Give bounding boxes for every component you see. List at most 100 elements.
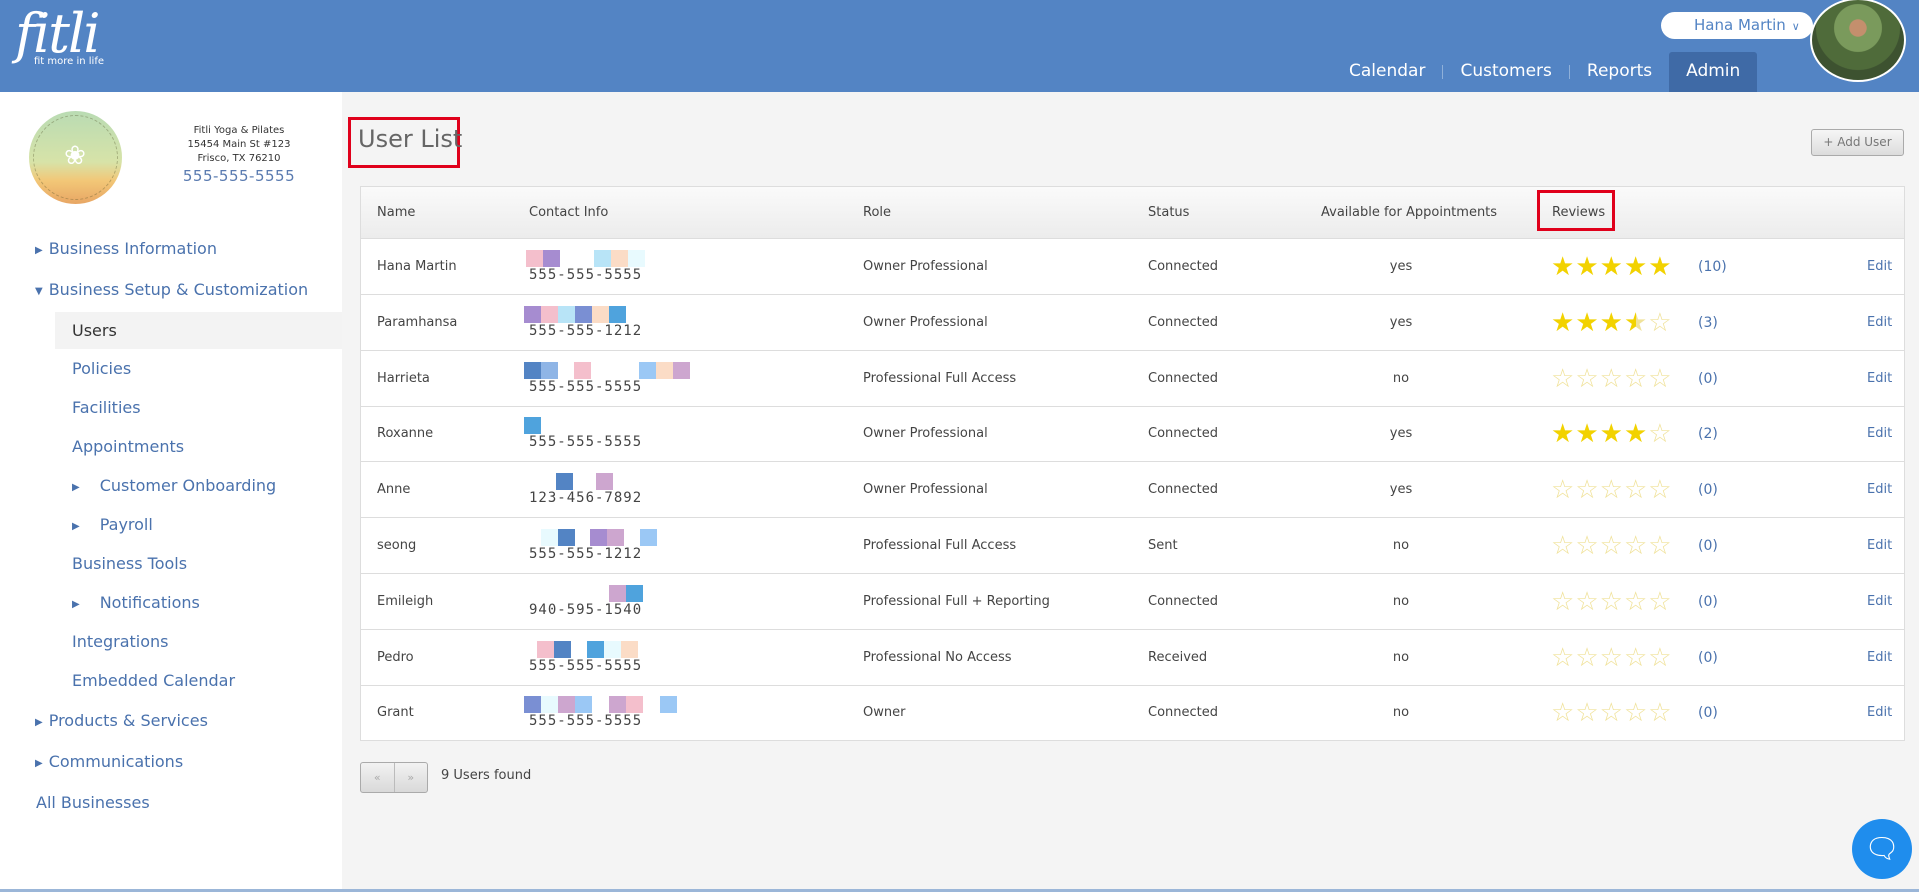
review-count[interactable]: (10) [1698, 239, 1727, 295]
user-status: Connected [1148, 314, 1219, 330]
sidebar-item-business-tools[interactable]: Business Tools [72, 547, 187, 581]
star-icon: ☆ [1575, 475, 1600, 506]
user-role: Owner Professional [863, 482, 988, 498]
redaction-block [524, 417, 541, 435]
sidebar-item-all-businesses[interactable]: All Businesses [36, 786, 150, 820]
header-status[interactable]: Status [1148, 187, 1189, 239]
user-status: Connected [1148, 593, 1219, 609]
sidebar-item-facilities[interactable]: Facilities [72, 391, 141, 425]
user-menu[interactable]: Hana Martin ∨ [1661, 12, 1813, 39]
star-icon: ★ [1623, 419, 1649, 450]
sidebar-item-users[interactable]: Users [55, 312, 342, 349]
star-icon: ☆ [1599, 642, 1624, 673]
next-page-button[interactable]: » [395, 763, 428, 792]
table-row[interactable]: Emileigh 940-595-1540 Professional Full + … [361, 574, 1904, 630]
edit-link[interactable]: Edit [1867, 295, 1892, 351]
header-name[interactable]: Name [377, 187, 415, 239]
star-icon: ☆ [1623, 586, 1649, 617]
redaction-block [575, 305, 592, 323]
edit-link[interactable]: Edit [1867, 685, 1892, 741]
nav-admin[interactable]: Admin [1669, 52, 1758, 92]
redaction-block [592, 305, 609, 323]
table-row[interactable]: Roxanne 555-555-5555 Owner Professional Con… [361, 406, 1904, 463]
nav-reports[interactable]: Reports [1570, 52, 1669, 92]
review-count[interactable]: (0) [1698, 630, 1718, 686]
redaction-block [609, 696, 626, 714]
edit-link[interactable]: Edit [1867, 351, 1892, 407]
nav-customers[interactable]: Customers [1443, 52, 1568, 92]
sidebar-item-label: Communications [48, 752, 184, 771]
header-available[interactable]: Available for Appointments [1321, 187, 1497, 239]
phone-number: 940-595-1540 [529, 601, 643, 618]
sidebar-item-communications[interactable]: ▶ Communications [35, 745, 183, 779]
star-icon: ★ [1623, 307, 1649, 338]
redaction-block [604, 640, 621, 658]
table-row[interactable]: Pedro 555-555-5555 Professional No Access R… [361, 630, 1904, 686]
redaction-block [660, 696, 677, 714]
table-header: Name Contact Info Role Status Available … [361, 187, 1904, 239]
star-icon: ★ [1623, 252, 1649, 282]
star-icon: ☆ [1551, 531, 1576, 561]
edit-link[interactable]: Edit [1867, 630, 1892, 686]
sidebar-item-appointments[interactable]: Appointments [72, 430, 184, 464]
sidebar-item-notifications[interactable]: ▶ Notifications [72, 586, 200, 620]
table-row[interactable]: Anne 123-456-7892 Owner Professional Connec… [361, 462, 1904, 519]
chevron-down-icon: ∨ [1791, 20, 1800, 33]
phone-number: 555-555-1212 [529, 546, 643, 562]
nav-calendar[interactable]: Calendar [1332, 52, 1442, 92]
user-name: Paramhansa [377, 314, 458, 330]
sidebar-item-label: Embedded Calendar [72, 671, 236, 690]
prev-page-button[interactable]: « [361, 763, 395, 792]
user-status: Connected [1148, 426, 1219, 442]
sidebar-item-label: Integrations [72, 632, 169, 651]
table-row[interactable]: Paramhansa 555-555-1212 Owner Professional… [361, 295, 1904, 351]
edit-link[interactable]: Edit [1867, 518, 1892, 574]
star-icon: ☆ [1648, 586, 1673, 617]
redaction-block [524, 305, 541, 323]
table-row[interactable]: seong 555-555-1212 Professional Full Acces… [361, 518, 1904, 574]
add-user-button[interactable]: + Add User [1811, 129, 1904, 156]
review-count[interactable]: (0) [1698, 685, 1718, 741]
main-nav: Calendar Customers Reports Admin [1332, 52, 1758, 92]
user-role: Professional Full + Reporting [863, 593, 1050, 609]
edit-link[interactable]: Edit [1867, 239, 1892, 295]
rating-stars: ☆☆☆☆☆ [1551, 518, 1673, 574]
star-icon: ☆ [1551, 698, 1576, 729]
table-row[interactable]: Grant 555-555-5555 Owner Connected no ☆☆☆☆☆ (0… [361, 685, 1904, 741]
edit-link[interactable]: Edit [1867, 574, 1892, 630]
sidebar-item-business-setup[interactable]: ▼ Business Setup & Customization [35, 273, 308, 307]
edit-link[interactable]: Edit [1867, 406, 1892, 462]
star-icon: ☆ [1551, 586, 1576, 617]
review-count[interactable]: (0) [1698, 351, 1718, 407]
available-for-appointments: no [1392, 370, 1410, 386]
chat-bubble-icon[interactable]: 🗨 [1852, 819, 1912, 879]
user-status: Connected [1148, 370, 1219, 386]
review-count[interactable]: (3) [1698, 295, 1718, 351]
redaction-block [558, 696, 575, 714]
sidebar-item-policies[interactable]: Policies [72, 352, 131, 386]
sidebar-item-business-information[interactable]: ▶ Business Information [35, 232, 217, 266]
redaction-block [639, 361, 656, 379]
phone-number: 555-555-1212 [529, 322, 643, 339]
table-row[interactable]: Hana Martin 555-555-5555 Owner Professiona… [361, 239, 1904, 295]
avatar[interactable] [1810, 0, 1906, 82]
review-count[interactable]: (0) [1698, 574, 1718, 630]
edit-link[interactable]: Edit [1867, 462, 1892, 518]
header-role[interactable]: Role [863, 187, 891, 239]
sidebar-item-embedded-calendar[interactable]: Embedded Calendar [72, 664, 235, 698]
review-count[interactable]: (2) [1698, 406, 1718, 462]
header-contact-info: Contact Info [529, 205, 609, 220]
business-name: Fitli Yoga & Pilates [193, 125, 285, 136]
star-icon: ★ [1575, 307, 1600, 338]
sidebar-item-payroll[interactable]: ▶ Payroll [72, 508, 153, 542]
sidebar-item-customer-onboarding[interactable]: ▶ Customer Onboarding [72, 469, 276, 503]
fitli-logo[interactable]: fitli fit more in life [15, 6, 104, 68]
review-count[interactable]: (0) [1698, 462, 1718, 518]
review-count[interactable]: (0) [1698, 518, 1718, 574]
rating-stars: ☆☆☆☆☆ [1551, 574, 1673, 630]
sidebar-item-integrations[interactable]: Integrations [72, 625, 169, 659]
rating-stars: ☆☆☆☆☆ [1551, 462, 1673, 518]
available-for-appointments: yes [1389, 314, 1413, 330]
sidebar-item-products-services[interactable]: ▶ Products & Services [35, 704, 208, 738]
table-row[interactable]: Harrieta 555-555-5555 Professional Full Ac… [361, 351, 1904, 407]
